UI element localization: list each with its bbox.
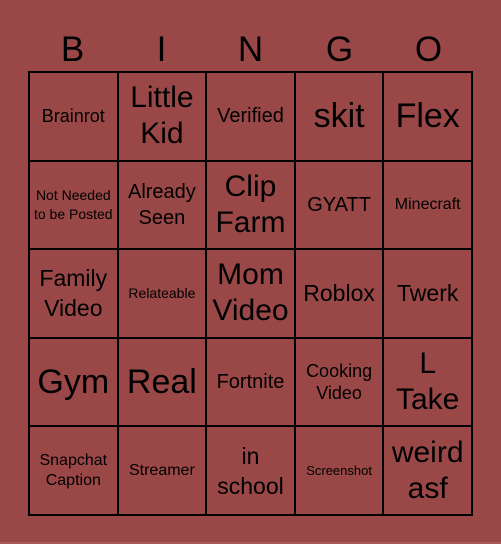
cell-label: Verified [217, 105, 284, 128]
cell-label: skit [313, 97, 365, 136]
bingo-cell[interactable]: Streamer [117, 426, 207, 515]
bingo-cell[interactable]: Gym [29, 337, 118, 427]
bingo-cell[interactable]: Cooking Video [294, 337, 384, 427]
header-letter-i: I [156, 30, 167, 69]
bingo-cell[interactable]: Already Seen [117, 160, 207, 250]
bingo-cell[interactable]: Real [117, 337, 207, 427]
cell-label: Streamer [128, 461, 195, 479]
header-letter-b: B [60, 30, 85, 69]
bingo-cell[interactable]: Flex [383, 72, 472, 161]
bingo-cell[interactable]: Screenshot [294, 426, 384, 515]
cell-label: Brainrot [41, 106, 105, 127]
cell-label: Family Video [39, 265, 108, 322]
cell-label: Fortnite [216, 371, 285, 394]
cell-label: L Take [396, 347, 460, 417]
bingo-cell[interactable]: L Take [383, 337, 472, 427]
cell-label: Snapchat Caption [39, 451, 108, 489]
cell-label: in school [217, 442, 284, 499]
cell-label: GYATT [307, 193, 371, 216]
cell-label: Twerk [397, 280, 459, 307]
cell-label: Screenshot [306, 463, 372, 479]
header-letter-o: O [414, 30, 443, 69]
cell-label: Relateable [128, 284, 196, 301]
cell-label: Not Needed to be Posted [33, 186, 113, 222]
cell-label: Little Kid [130, 81, 194, 151]
bingo-cell[interactable]: Minecraft [383, 160, 472, 250]
cell-label: Clip Farm [215, 169, 286, 239]
bingo-header: B I N G O [28, 30, 473, 70]
bingo-cell[interactable]: Verified [206, 72, 295, 161]
cell-label: Cooking Video [306, 361, 373, 404]
bingo-cell[interactable]: Snapchat Caption [29, 426, 118, 515]
bingo-cell[interactable]: Twerk [383, 249, 472, 338]
bingo-cell[interactable]: Clip Farm [206, 160, 295, 250]
bingo-cell[interactable]: Brainrot [29, 72, 118, 161]
cell-label: Already Seen [127, 180, 196, 229]
bingo-cell[interactable]: Family Video [29, 249, 118, 338]
cell-label: Gym [37, 363, 110, 402]
cell-label: Roblox [303, 280, 375, 307]
bingo-cell[interactable]: skit [294, 72, 384, 161]
header-letter-n: N [237, 30, 264, 69]
cell-label: Real [126, 363, 197, 402]
cell-label: weird asf [391, 435, 464, 505]
bingo-cell[interactable]: Roblox [294, 249, 384, 338]
bingo-cell[interactable]: in school [206, 426, 295, 515]
bingo-cell[interactable]: Mom Video [206, 249, 295, 338]
bingo-board: Brainrot Little Kid Verified skit Flex N… [28, 71, 473, 516]
bingo-cell[interactable]: GYATT [294, 160, 384, 250]
cell-label: Mom Video [212, 258, 289, 328]
bingo-cell[interactable]: weird asf [383, 426, 472, 515]
header-letter-g: G [325, 30, 354, 69]
bingo-cell[interactable]: Little Kid [117, 72, 207, 161]
cell-label: Flex [395, 97, 460, 136]
cell-label: Minecraft [394, 195, 461, 213]
bingo-cell[interactable]: Fortnite [206, 337, 295, 427]
bingo-cell[interactable]: Relateable [117, 249, 207, 338]
bingo-cell[interactable]: Not Needed to be Posted [29, 160, 118, 250]
